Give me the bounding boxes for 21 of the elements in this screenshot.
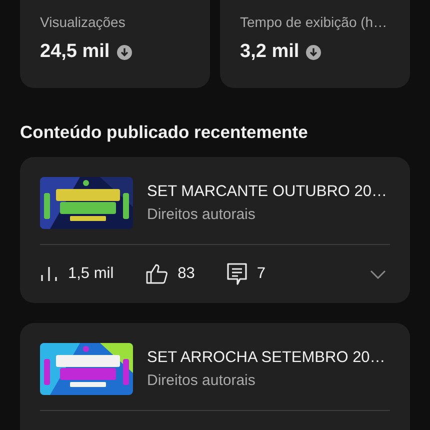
- comment-count: 7: [256, 265, 266, 283]
- stat-card[interactable]: Tempo de exibição (h… 3,2 mil: [220, 0, 410, 88]
- video-subtitle: Direitos autorais: [147, 372, 256, 389]
- bar-chart-icon: [40, 266, 58, 282]
- stat-value: 3,2 mil: [240, 41, 300, 63]
- view-count: 1,5 mil: [68, 265, 114, 283]
- thumbs-up-icon: [146, 264, 168, 284]
- like-count: 83: [178, 265, 195, 283]
- stat-label: Tempo de exibição (h…: [240, 14, 388, 30]
- stat-label: Visualizações: [40, 14, 126, 30]
- stat-card[interactable]: Visualizações 24,5 mil: [20, 0, 210, 88]
- section-title: Conteúdo publicado recentemente: [20, 122, 309, 143]
- stat-value: 24,5 mil: [40, 41, 110, 63]
- comment-icon: [226, 263, 247, 285]
- video-title: SET MARCANTE OUTUBRO 20…: [147, 183, 388, 201]
- arrow-down-icon: [306, 44, 322, 60]
- arrow-down-icon: [116, 44, 132, 60]
- video-card[interactable]: SET MARCANTE OUTUBRO 20… Direitos autorais 1,5 mil 83 7: [20, 157, 410, 303]
- video-title: SET ARROCHA SETEMBRO 20…: [147, 349, 386, 367]
- video-card[interactable]: SET ARROCHA SETEMBRO 20… Direitos autorais: [20, 323, 410, 430]
- video-subtitle: Direitos autorais: [147, 206, 256, 223]
